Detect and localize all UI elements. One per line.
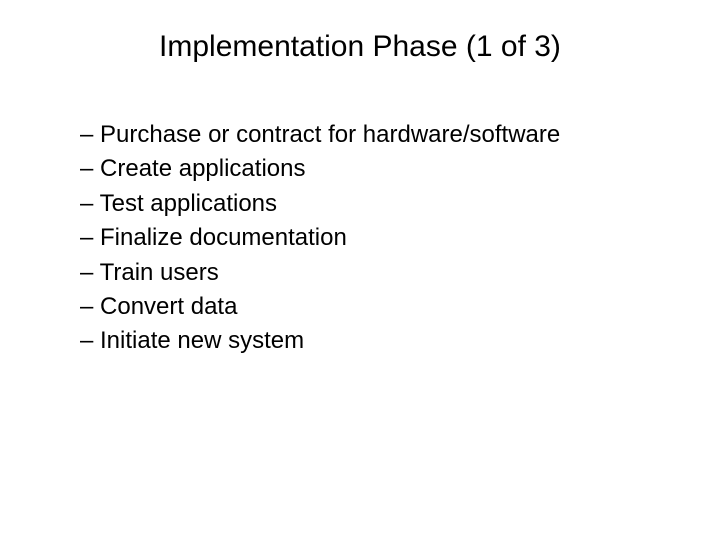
dash-icon: –: [80, 155, 100, 182]
list-item-label: Finalize documentation: [100, 224, 347, 251]
list-item: – Finalize documentation: [80, 222, 670, 254]
list-item-label: Initiate new system: [100, 327, 304, 354]
dash-icon: –: [80, 224, 100, 251]
dash-icon: –: [80, 327, 100, 354]
list-item: – Purchase or contract for hardware/soft…: [80, 119, 670, 151]
dash-icon: –: [80, 190, 100, 217]
list-item: – Initiate new system: [80, 325, 670, 357]
list-item: – Train users: [80, 257, 670, 289]
list-item: – Test applications: [80, 188, 670, 220]
list-item-label: Test applications: [100, 190, 277, 217]
bullet-list: – Purchase or contract for hardware/soft…: [80, 119, 670, 358]
list-item-label: Convert data: [100, 293, 237, 320]
list-item: – Convert data: [80, 291, 670, 323]
list-item: – Create applications: [80, 153, 670, 185]
page-title: Implementation Phase (1 of 3): [50, 30, 670, 64]
dash-icon: –: [80, 293, 100, 320]
dash-icon: –: [80, 121, 100, 148]
list-item-label: Create applications: [100, 155, 305, 182]
list-item-label: Train users: [100, 259, 219, 286]
list-item-label: Purchase or contract for hardware/softwa…: [100, 121, 560, 148]
dash-icon: –: [80, 259, 100, 286]
